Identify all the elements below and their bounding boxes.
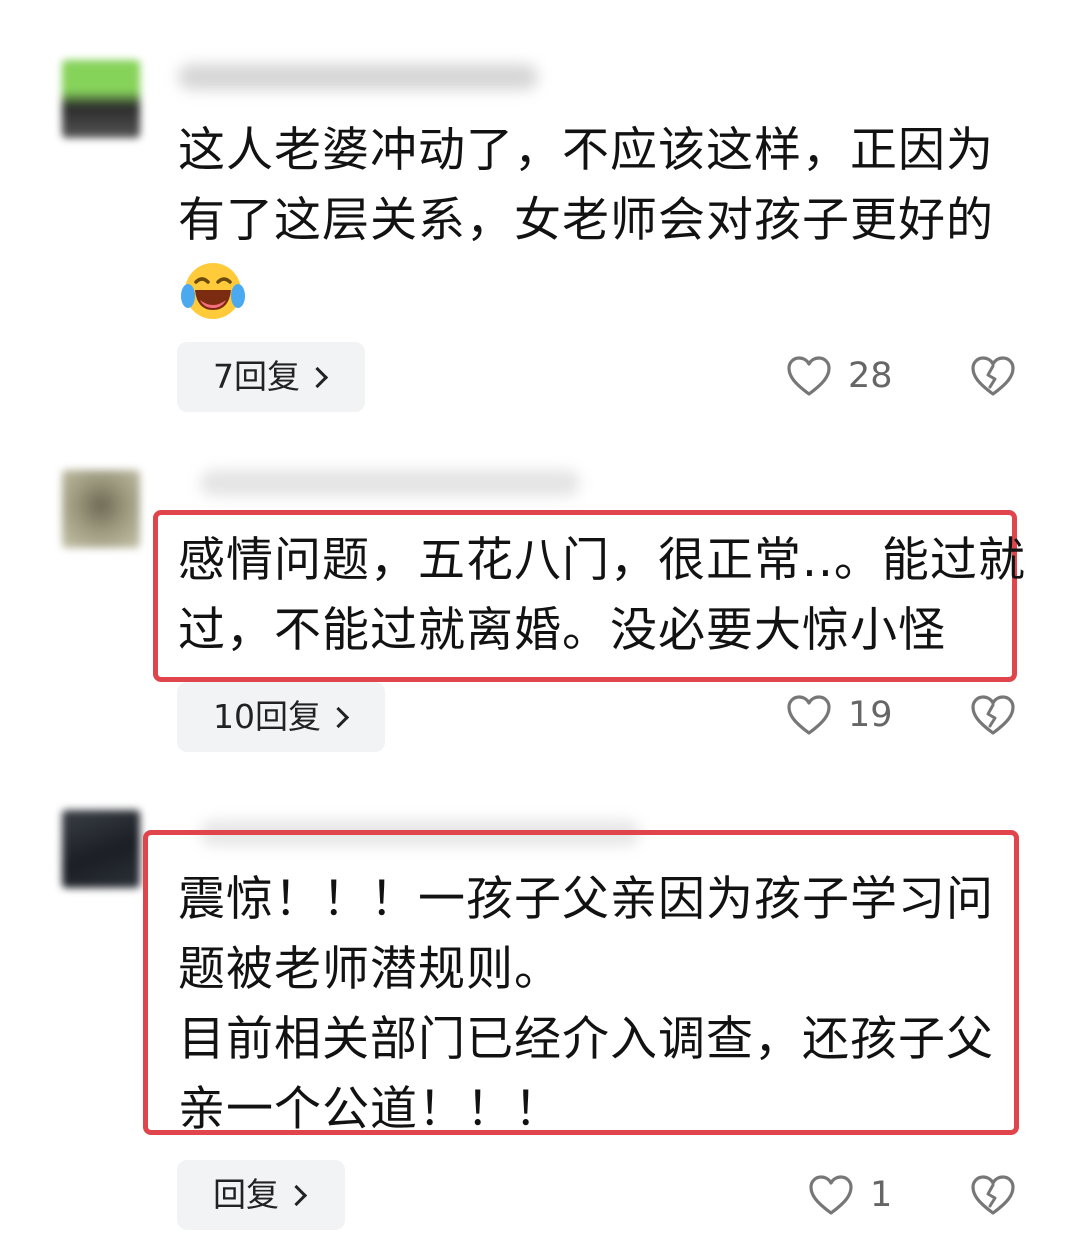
comment-item: 震惊！！！一孩子父亲因为孩子学习问 题被老师潜规则。 目前相关部门已经介入调查，… bbox=[0, 790, 1080, 1244]
username-blurred[interactable] bbox=[178, 64, 538, 90]
chevron-right-icon bbox=[327, 706, 350, 728]
comment-item: 这人老婆冲动了，不应该这样，正因为 有了这层关系，女老师会对孩子更好的 7回复 … bbox=[0, 0, 1080, 430]
broken-heart-icon[interactable] bbox=[970, 1174, 1016, 1216]
like-button[interactable]: 19 bbox=[786, 694, 893, 736]
chevron-right-icon bbox=[306, 366, 329, 388]
avatar[interactable] bbox=[62, 810, 140, 888]
avatar[interactable] bbox=[62, 60, 140, 138]
heart-icon bbox=[787, 356, 831, 396]
avatar[interactable] bbox=[62, 470, 140, 548]
comment-text: 这人老婆冲动了，不应该这样，正因为 有了这层关系，女老师会对孩子更好的 bbox=[178, 123, 994, 248]
like-count: 1 bbox=[870, 1175, 893, 1215]
like-count: 19 bbox=[848, 695, 893, 735]
broken-heart-icon[interactable] bbox=[970, 694, 1016, 736]
laugh-cry-emoji bbox=[181, 263, 245, 319]
comment-item: 感情问题，五花八门，很正常..。能过就 过，不能过就离婚。没必要大惊小怪 10回… bbox=[0, 430, 1080, 790]
heart-icon bbox=[809, 1175, 853, 1215]
view-replies-button[interactable]: 7回复 bbox=[177, 342, 365, 412]
view-replies-button[interactable]: 回复 bbox=[177, 1160, 345, 1230]
view-replies-button[interactable]: 10回复 bbox=[177, 682, 385, 752]
comment-text: 震惊！！！一孩子父亲因为孩子学习问 题被老师潜规则。 目前相关部门已经介入调查，… bbox=[178, 872, 994, 1137]
like-button[interactable]: 1 bbox=[808, 1174, 892, 1216]
broken-heart-icon[interactable] bbox=[970, 355, 1016, 397]
comment-text: 感情问题，五花八门，很正常..。能过就 过，不能过就离婚。没必要大惊小怪 bbox=[178, 533, 1026, 658]
chevron-right-icon bbox=[285, 1184, 308, 1206]
heart-icon bbox=[787, 695, 831, 735]
username-blurred[interactable] bbox=[200, 470, 580, 496]
like-count: 28 bbox=[848, 356, 893, 396]
like-button[interactable]: 28 bbox=[786, 355, 893, 397]
